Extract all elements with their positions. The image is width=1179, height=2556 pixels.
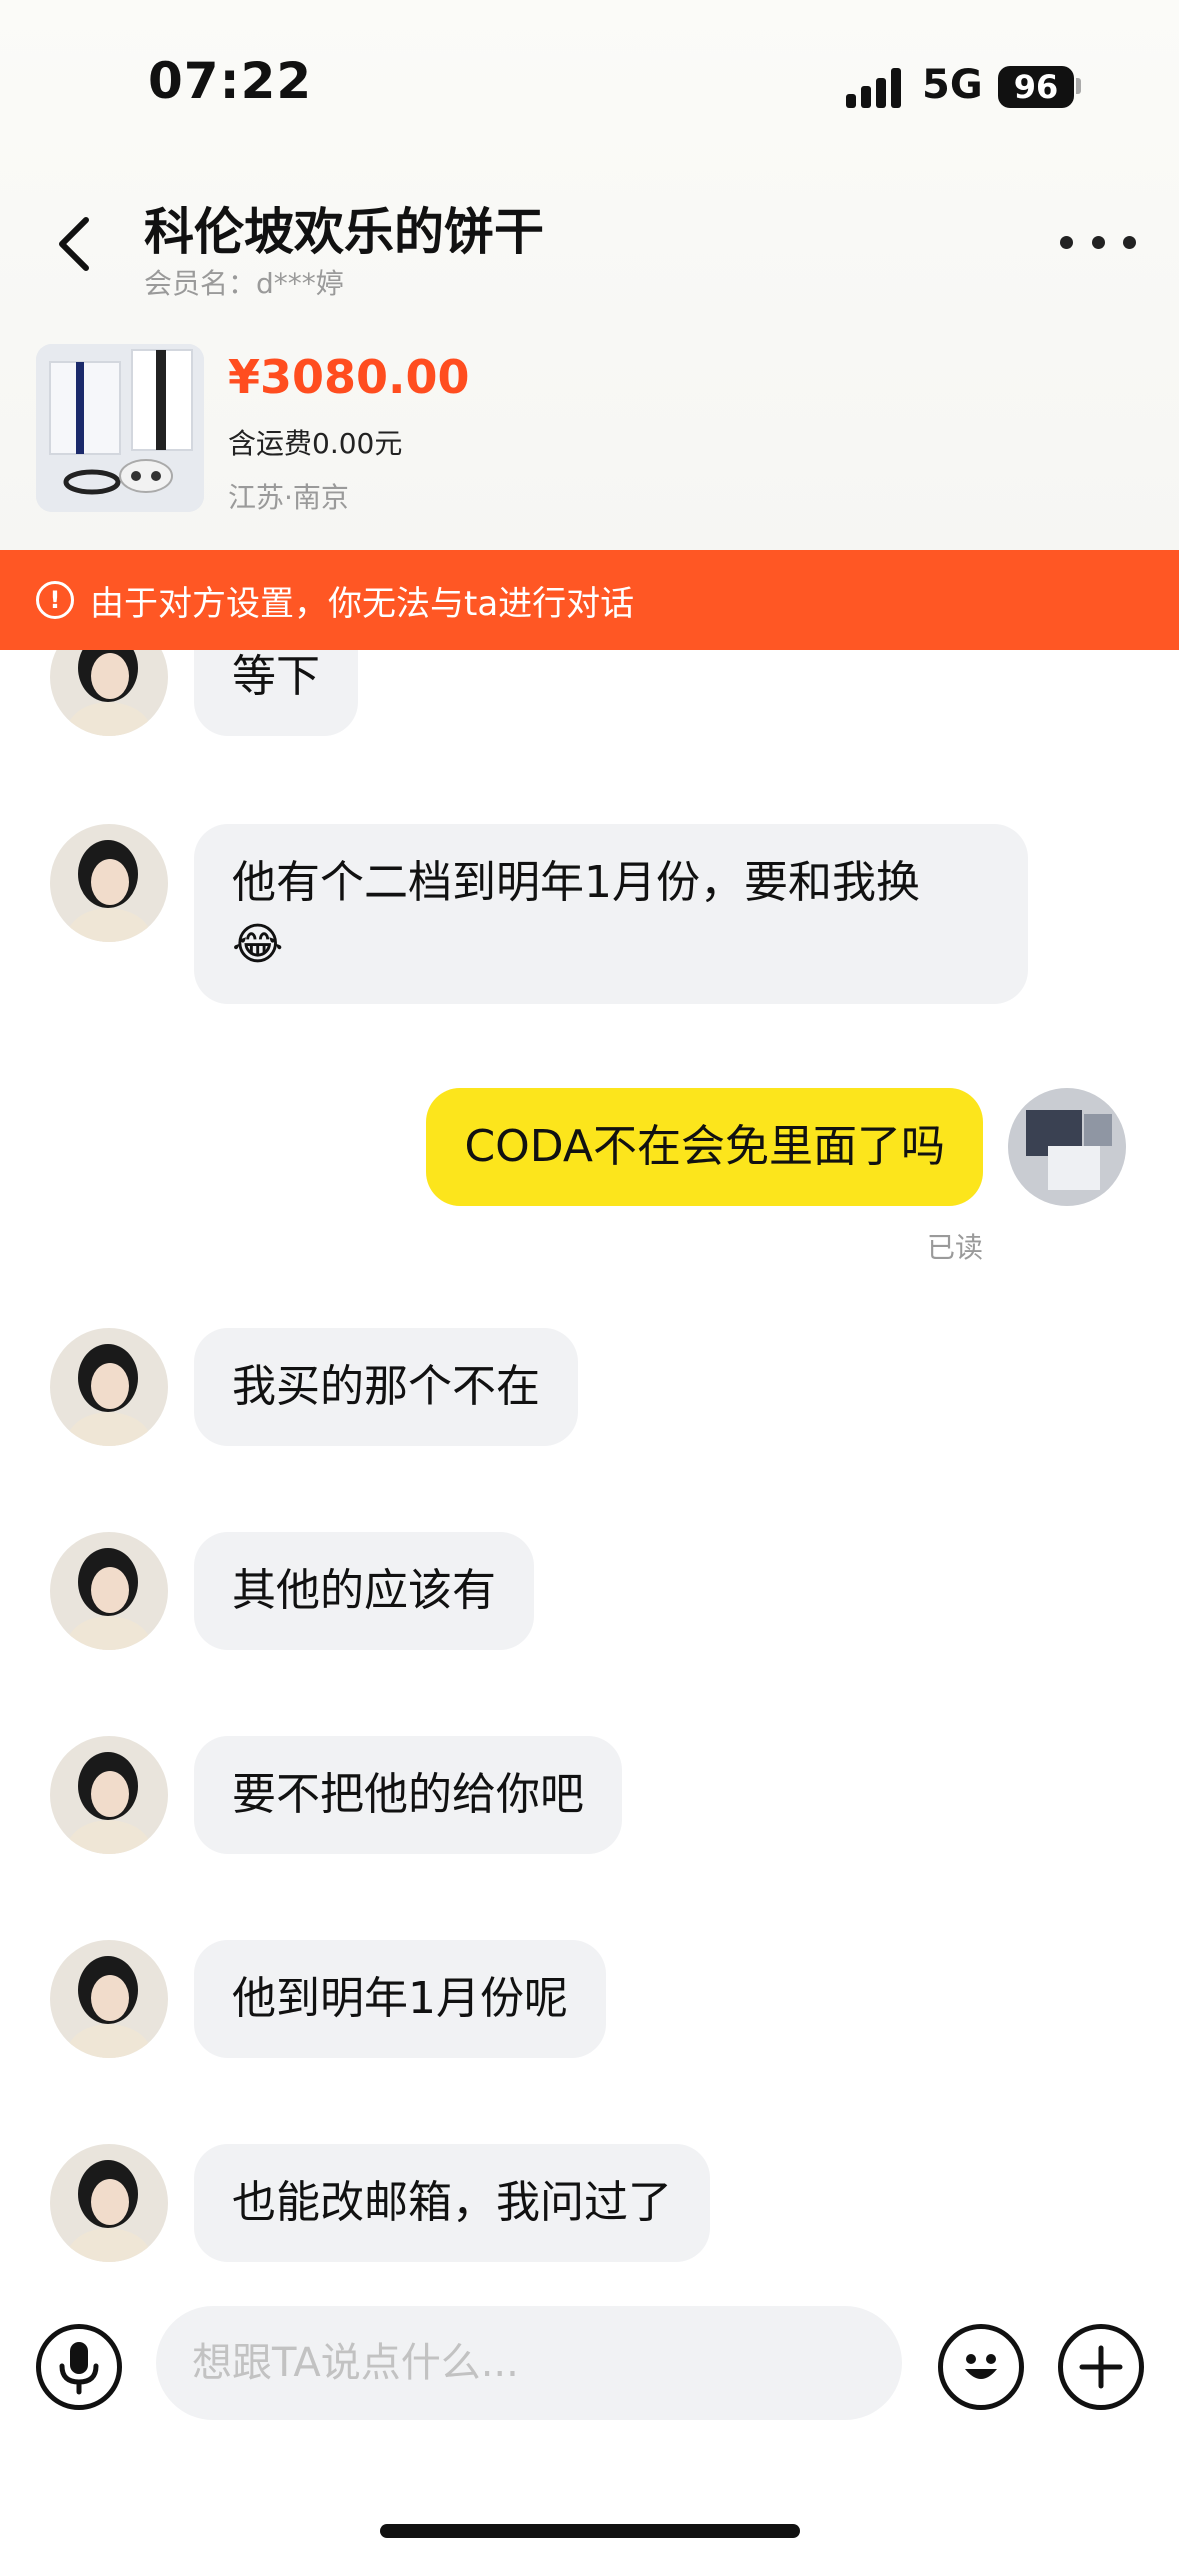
avatar-image [50,1532,168,1650]
read-status: 已读 [926,1231,983,1264]
chat-title: 科伦坡欢乐的饼干 [144,203,544,261]
message-bubble-mine[interactable]: CODA不在会免里面了吗 [426,1088,983,1206]
message-bubble[interactable]: 他有个二档到明年1月份，要和我换 😂 [194,824,1028,1004]
avatar[interactable] [50,1328,168,1446]
home-indicator[interactable] [380,2524,800,2538]
more-dot [1091,235,1105,249]
avatar[interactable] [50,1940,168,2058]
signal-icon [846,66,904,108]
more-dot [1060,235,1073,249]
shipping-fee: 含运费0.00元 [228,427,403,460]
avatar-image [50,2144,168,2262]
message-bubble[interactable]: 要不把他的给你吧 [194,1736,622,1854]
product-image [36,344,204,512]
avatar-image [50,824,168,942]
product-thumbnail[interactable] [36,344,204,512]
member-name: 会员名：d***婷 [144,267,344,300]
product-location: 江苏·南京 [228,481,349,514]
plus-icon [1079,2345,1123,2389]
chat-area[interactable]: 等下 他有个二档到明年1月份，要和我换 😂 CODA不在会免里面了吗 已读 我买… [0,650,1179,2290]
message-input[interactable] [156,2306,902,2420]
message-bubble[interactable]: 也能改邮箱，我问过了 [194,2144,710,2262]
product-price: ¥3080.00 [228,350,470,404]
avatar[interactable] [50,824,168,942]
avatar-image [1008,1088,1126,1206]
emoji-icon [965,2354,997,2379]
laugh-cry-emoji-icon: 😂 [232,919,284,970]
avatar[interactable] [50,2144,168,2262]
message-bubble[interactable]: 他到明年1月份呢 [194,1940,606,2058]
message-text: 他有个二档到明年1月份，要和我换 [232,857,920,908]
avatar-image [50,1940,168,2058]
avatar[interactable] [50,1532,168,1650]
more-button[interactable] [1060,222,1136,262]
plus-button[interactable] [1058,2324,1144,2410]
voice-button[interactable] [36,2324,122,2410]
emoji-button[interactable] [938,2324,1024,2410]
avatar[interactable] [50,650,168,736]
network-label: 5G [922,62,983,108]
input-bar [0,2290,1179,2556]
avatar[interactable] [50,1736,168,1854]
alert-circle-icon: ! [36,581,74,619]
battery-icon: 96 [998,66,1074,108]
avatar-image [50,1736,168,1854]
battery-tip [1076,78,1081,94]
avatar-image [50,1328,168,1446]
more-dot [1123,235,1136,249]
microphone-icon [59,2342,99,2395]
avatar-image [50,650,168,736]
message-bubble[interactable]: 等下 [194,650,358,736]
blocked-banner: ! 由于对方设置，你无法与ta进行对话 [0,550,1179,650]
status-time: 07:22 [148,52,313,110]
back-button[interactable] [44,206,104,282]
chevron-left-icon [59,217,89,271]
message-bubble[interactable]: 其他的应该有 [194,1532,534,1650]
banner-text: 由于对方设置，你无法与ta进行对话 [90,583,635,624]
my-avatar[interactable] [1008,1088,1126,1206]
message-bubble[interactable]: 我买的那个不在 [194,1328,578,1446]
